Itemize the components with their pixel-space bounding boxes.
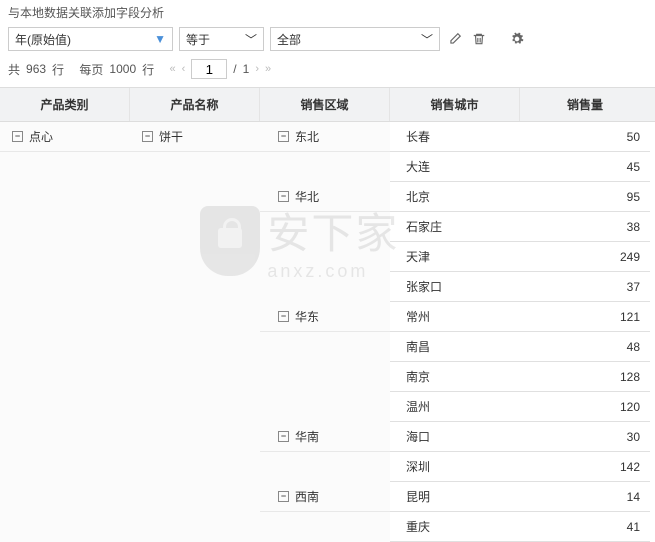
dropdown-icon: ﹀ <box>421 31 433 48</box>
col-product: 产品名称 <box>130 88 260 121</box>
collapse-icon[interactable]: − <box>278 191 289 202</box>
data-table: 产品类别 产品名称 销售区域 销售城市 销售量 −点心−饼干−东北−华北−华东−… <box>0 87 655 542</box>
total-suffix: 行 <box>52 61 64 78</box>
page-title: 与本地数据关联添加字段分析 <box>0 0 655 25</box>
value-cell: 120 <box>520 392 650 422</box>
region-label: 西南 <box>295 488 319 505</box>
value-cell: 121 <box>520 302 650 332</box>
table-header: 产品类别 产品名称 销售区域 销售城市 销售量 <box>0 88 655 122</box>
value-cell: 37 <box>520 272 650 302</box>
filter-value-select[interactable]: 全部 ﹀ <box>270 27 440 51</box>
region-blank <box>260 332 390 362</box>
city-cell: 南昌 <box>390 332 520 362</box>
pager: 共 963 行 每页 1000 行 « ‹ / 1 › » <box>0 57 655 87</box>
value-cell: 14 <box>520 482 650 512</box>
total-prefix: 共 <box>8 61 20 78</box>
value-cell: 38 <box>520 212 650 242</box>
region-blank <box>260 152 390 182</box>
total-count: 963 <box>26 62 46 76</box>
dropdown-icon: ﹀ <box>245 31 257 48</box>
gear-icon[interactable] <box>508 30 526 48</box>
prev-page-icon[interactable]: ‹ <box>182 63 186 75</box>
region-blank <box>260 392 390 422</box>
collapse-icon[interactable]: − <box>12 131 23 142</box>
collapse-icon[interactable]: − <box>278 311 289 322</box>
region-blank <box>260 362 390 392</box>
delete-icon[interactable] <box>470 30 488 48</box>
collapse-icon[interactable]: − <box>278 491 289 502</box>
collapse-icon[interactable]: − <box>278 131 289 142</box>
first-page-icon[interactable]: « <box>169 63 175 75</box>
product-label: 饼干 <box>159 128 183 145</box>
region-cell[interactable]: −华东 <box>260 302 390 332</box>
city-cell: 张家口 <box>390 272 520 302</box>
next-page-icon[interactable]: › <box>255 63 259 75</box>
region-cell[interactable]: −东北 <box>260 122 390 152</box>
value-cell: 95 <box>520 182 650 212</box>
filter-field-value: 年(原始值) <box>15 31 71 48</box>
city-cell: 昆明 <box>390 482 520 512</box>
collapse-icon[interactable]: − <box>142 131 153 142</box>
page-input[interactable] <box>191 59 227 79</box>
collapse-icon[interactable]: − <box>278 431 289 442</box>
value-cell: 128 <box>520 362 650 392</box>
city-cell: 长春 <box>390 122 520 152</box>
page-sep: / <box>233 62 236 76</box>
col-city: 销售城市 <box>390 88 520 121</box>
city-cell: 海口 <box>390 422 520 452</box>
filter-row: 年(原始值) ▼ 等于 ﹀ 全部 ﹀ <box>0 25 655 57</box>
region-label: 华南 <box>295 428 319 445</box>
value-cell: 48 <box>520 332 650 362</box>
value-cell: 45 <box>520 152 650 182</box>
city-cell: 重庆 <box>390 512 520 542</box>
city-cell: 常州 <box>390 302 520 332</box>
dropdown-icon: ▼ <box>154 32 166 46</box>
value-cell: 30 <box>520 422 650 452</box>
value-cell: 249 <box>520 242 650 272</box>
filter-value: 全部 <box>277 31 301 48</box>
city-cell: 天津 <box>390 242 520 272</box>
product-cell[interactable]: −饼干 <box>130 122 260 152</box>
value-cell: 41 <box>520 512 650 542</box>
city-cell: 南京 <box>390 362 520 392</box>
city-cell: 大连 <box>390 152 520 182</box>
city-cell: 石家庄 <box>390 212 520 242</box>
region-label: 华北 <box>295 188 319 205</box>
filter-op-value: 等于 <box>186 31 210 48</box>
city-cell: 北京 <box>390 182 520 212</box>
col-category: 产品类别 <box>0 88 130 121</box>
perpage-prefix: 每页 <box>79 61 103 78</box>
value-cell: 50 <box>520 122 650 152</box>
region-blank <box>260 452 390 482</box>
region-label: 华东 <box>295 308 319 325</box>
edit-icon[interactable] <box>446 30 464 48</box>
city-cell: 深圳 <box>390 452 520 482</box>
perpage-count: 1000 <box>109 62 136 76</box>
city-cell: 温州 <box>390 392 520 422</box>
region-cell[interactable]: −华南 <box>260 422 390 452</box>
category-label: 点心 <box>29 128 53 145</box>
region-label: 东北 <box>295 128 319 145</box>
page-total: 1 <box>243 62 250 76</box>
perpage-suffix: 行 <box>142 61 154 78</box>
region-blank <box>260 272 390 302</box>
region-blank <box>260 242 390 272</box>
region-cell[interactable]: −西南 <box>260 482 390 512</box>
category-cell[interactable]: −点心 <box>0 122 130 152</box>
region-cell[interactable]: −华北 <box>260 182 390 212</box>
filter-op-select[interactable]: 等于 ﹀ <box>179 27 264 51</box>
col-value: 销售量 <box>520 88 650 121</box>
region-blank <box>260 212 390 242</box>
region-blank <box>260 512 390 542</box>
filter-field-select[interactable]: 年(原始值) ▼ <box>8 27 173 51</box>
last-page-icon[interactable]: » <box>265 63 271 75</box>
value-cell: 142 <box>520 452 650 482</box>
col-region: 销售区域 <box>260 88 390 121</box>
